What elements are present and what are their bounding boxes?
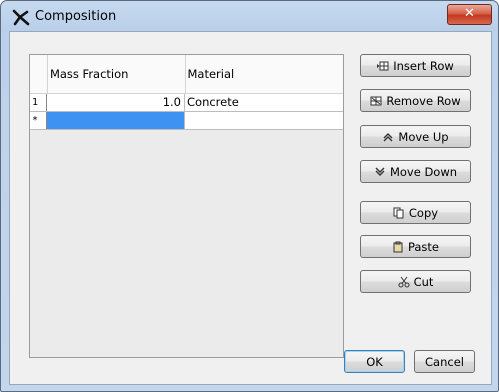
copy-label: Copy [408, 205, 439, 220]
new-row-marker[interactable]: * [30, 112, 47, 129]
table-row[interactable]: 1 1.0 Concrete [30, 94, 343, 112]
paste-button[interactable]: Paste [360, 235, 471, 258]
dialog-body: Mass Fraction Material 1 1.0 Concrete * [9, 31, 492, 385]
tool-icon [12, 9, 30, 26]
mass-fraction-cell[interactable]: 1.0 [47, 94, 185, 111]
material-cell[interactable]: Concrete [185, 94, 343, 111]
cut-label: Cut [413, 274, 434, 289]
paste-icon [393, 241, 403, 252]
remove-row-button[interactable]: Remove Row [360, 89, 471, 112]
move-up-button[interactable]: Move Up [360, 125, 471, 148]
insert-row-icon [377, 61, 389, 70]
table-header: Mass Fraction Material [30, 55, 343, 94]
copy-icon [393, 207, 404, 218]
chevron-down-icon [375, 167, 385, 176]
ok-label: OK [366, 354, 383, 369]
scissors-icon [398, 276, 410, 287]
ok-button[interactable]: OK [344, 350, 405, 373]
close-button[interactable]: ✕ [447, 4, 492, 25]
material-cell[interactable] [185, 112, 343, 129]
composition-table[interactable]: Mass Fraction Material 1 1.0 Concrete * [29, 54, 344, 358]
cancel-label: Cancel [425, 354, 464, 369]
remove-row-label: Remove Row [386, 93, 461, 108]
cut-button[interactable]: Cut [360, 270, 471, 293]
row-number[interactable]: 1 [30, 94, 47, 111]
move-down-button[interactable]: Move Down [360, 160, 471, 183]
composition-dialog: Composition ✕ Mass Fraction Material 1 1… [0, 0, 499, 392]
move-down-label: Move Down [389, 164, 458, 179]
remove-row-icon [370, 96, 382, 105]
paste-label: Paste [407, 239, 440, 254]
window-title: Composition [35, 9, 117, 24]
copy-button[interactable]: Copy [360, 201, 471, 224]
title-bar[interactable]: Composition ✕ [1, 1, 498, 33]
cancel-button[interactable]: Cancel [414, 350, 475, 373]
insert-row-label: Insert Row [393, 58, 454, 73]
header-corner [30, 55, 48, 93]
mass-fraction-cell-selected[interactable] [47, 112, 185, 129]
column-header-mass-fraction[interactable]: Mass Fraction [48, 55, 186, 93]
new-row[interactable]: * [30, 112, 343, 130]
column-header-material[interactable]: Material [186, 55, 344, 93]
insert-row-button[interactable]: Insert Row [360, 54, 471, 77]
move-up-label: Move Up [398, 129, 449, 144]
chevron-up-icon [383, 132, 393, 141]
